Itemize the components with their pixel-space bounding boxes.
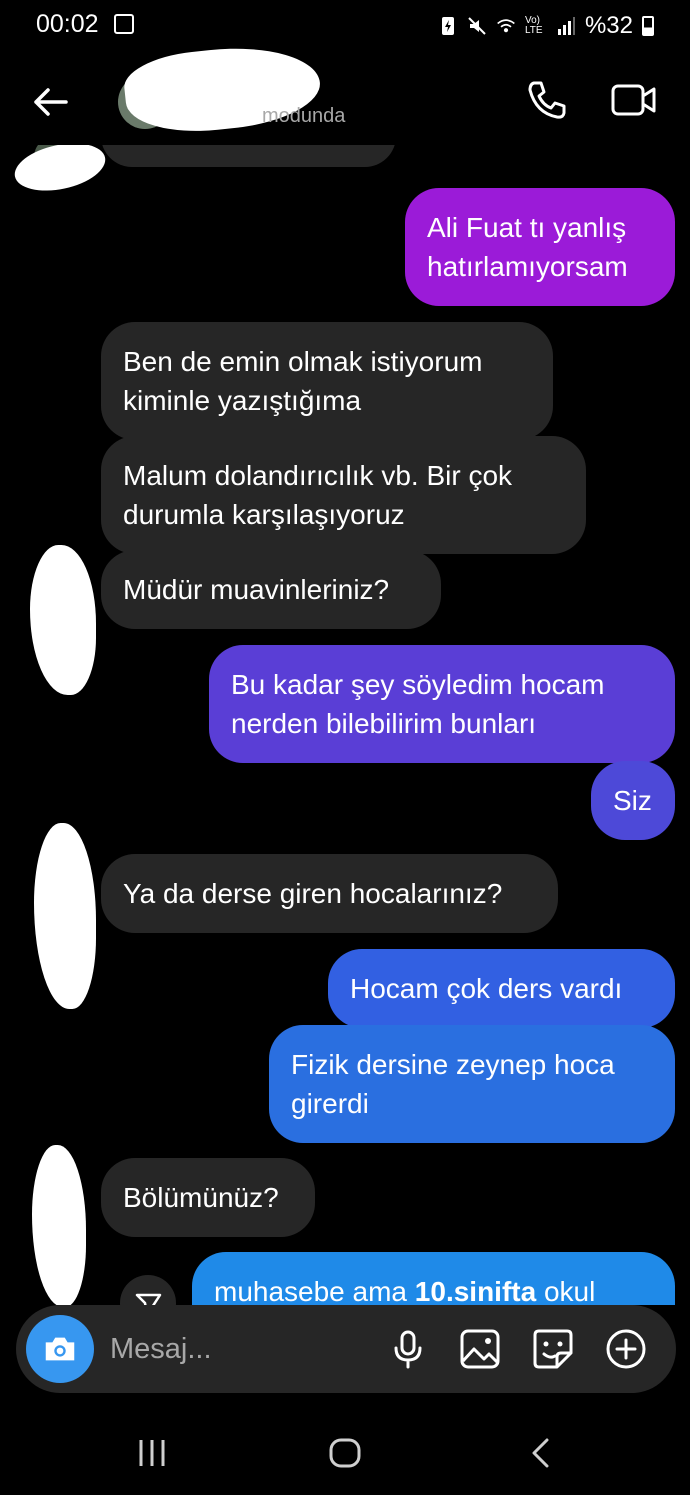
status-bar: 00:02 Vo) LTE %32 bbox=[0, 0, 690, 52]
message-bubble-received[interactable]: Bölümünüz? bbox=[101, 1158, 315, 1237]
back-nav-icon[interactable] bbox=[528, 1438, 552, 1468]
volte-indicator: Vo) LTE bbox=[524, 15, 543, 36]
gallery-icon[interactable] bbox=[458, 1327, 502, 1371]
redaction-mark bbox=[10, 145, 110, 199]
message-bubble-received[interactable]: Ya da derse giren hocalarınız? bbox=[101, 854, 558, 933]
redaction-mark bbox=[30, 545, 96, 695]
redaction-mark bbox=[34, 823, 96, 1009]
microphone-icon[interactable] bbox=[386, 1327, 430, 1371]
wifi-icon bbox=[497, 19, 515, 33]
mute-icon bbox=[468, 17, 486, 35]
message-bubble-sent[interactable]: Bu kadar şey söyledim hocam nerden bileb… bbox=[209, 645, 675, 763]
home-icon[interactable] bbox=[328, 1438, 362, 1468]
system-navigation-bar bbox=[0, 1410, 690, 1495]
battery-icon bbox=[642, 16, 654, 36]
share-icon[interactable] bbox=[120, 1275, 176, 1305]
camera-button[interactable] bbox=[26, 1315, 94, 1383]
gallery-notification-icon bbox=[114, 14, 134, 34]
message-bubble-received[interactable]: Müdür muavinleriniz? bbox=[101, 550, 441, 629]
message-text: okul bbox=[536, 1276, 596, 1305]
message-bubble-sent[interactable]: Fizik dersine zeynep hoca girerdi bbox=[269, 1025, 675, 1143]
call-icon[interactable] bbox=[524, 77, 570, 123]
redaction-mark bbox=[32, 1145, 86, 1305]
message-thread[interactable]: Ali Fuat tı yanlış hatırlamıyorsam Ben d… bbox=[0, 145, 690, 1305]
back-icon[interactable] bbox=[28, 80, 72, 124]
chat-header: modunda bbox=[0, 39, 690, 145]
message-bubble-sent[interactable]: Ali Fuat tı yanlış hatırlamıyorsam bbox=[405, 188, 675, 306]
recents-icon[interactable] bbox=[136, 1438, 168, 1468]
sticker-icon[interactable] bbox=[531, 1327, 575, 1371]
message-bubble-sent[interactable]: Hocam çok ders vardı bbox=[328, 949, 675, 1028]
message-input[interactable]: Mesaj... bbox=[110, 1333, 212, 1366]
signal-icon bbox=[557, 17, 575, 35]
battery-percent: %32 bbox=[584, 12, 633, 39]
message-bubble-received[interactable]: Malum dolandırıcılık vb. Bir çok durumla… bbox=[101, 436, 586, 554]
message-bubble-sent[interactable]: Siz bbox=[591, 761, 675, 840]
message-text: muhasebe ama bbox=[214, 1276, 415, 1305]
status-time: 00:02 bbox=[36, 10, 99, 38]
battery-saver-icon bbox=[441, 17, 454, 35]
message-text-bold: 10.sinifta bbox=[414, 1276, 537, 1305]
message-composer: Mesaj... bbox=[16, 1305, 676, 1393]
contact-status: modunda bbox=[262, 105, 346, 127]
add-icon[interactable] bbox=[604, 1327, 648, 1371]
message-bubble-received[interactable]: Ben de emin olmak istiyorum kiminle yazı… bbox=[101, 322, 553, 440]
message-bubble-sent[interactable]: muhasebe ama 10.sinifta okul bbox=[192, 1252, 675, 1305]
camera-icon bbox=[45, 1337, 75, 1361]
message-bubble-partial[interactable] bbox=[101, 145, 396, 167]
video-call-icon[interactable] bbox=[610, 77, 658, 123]
